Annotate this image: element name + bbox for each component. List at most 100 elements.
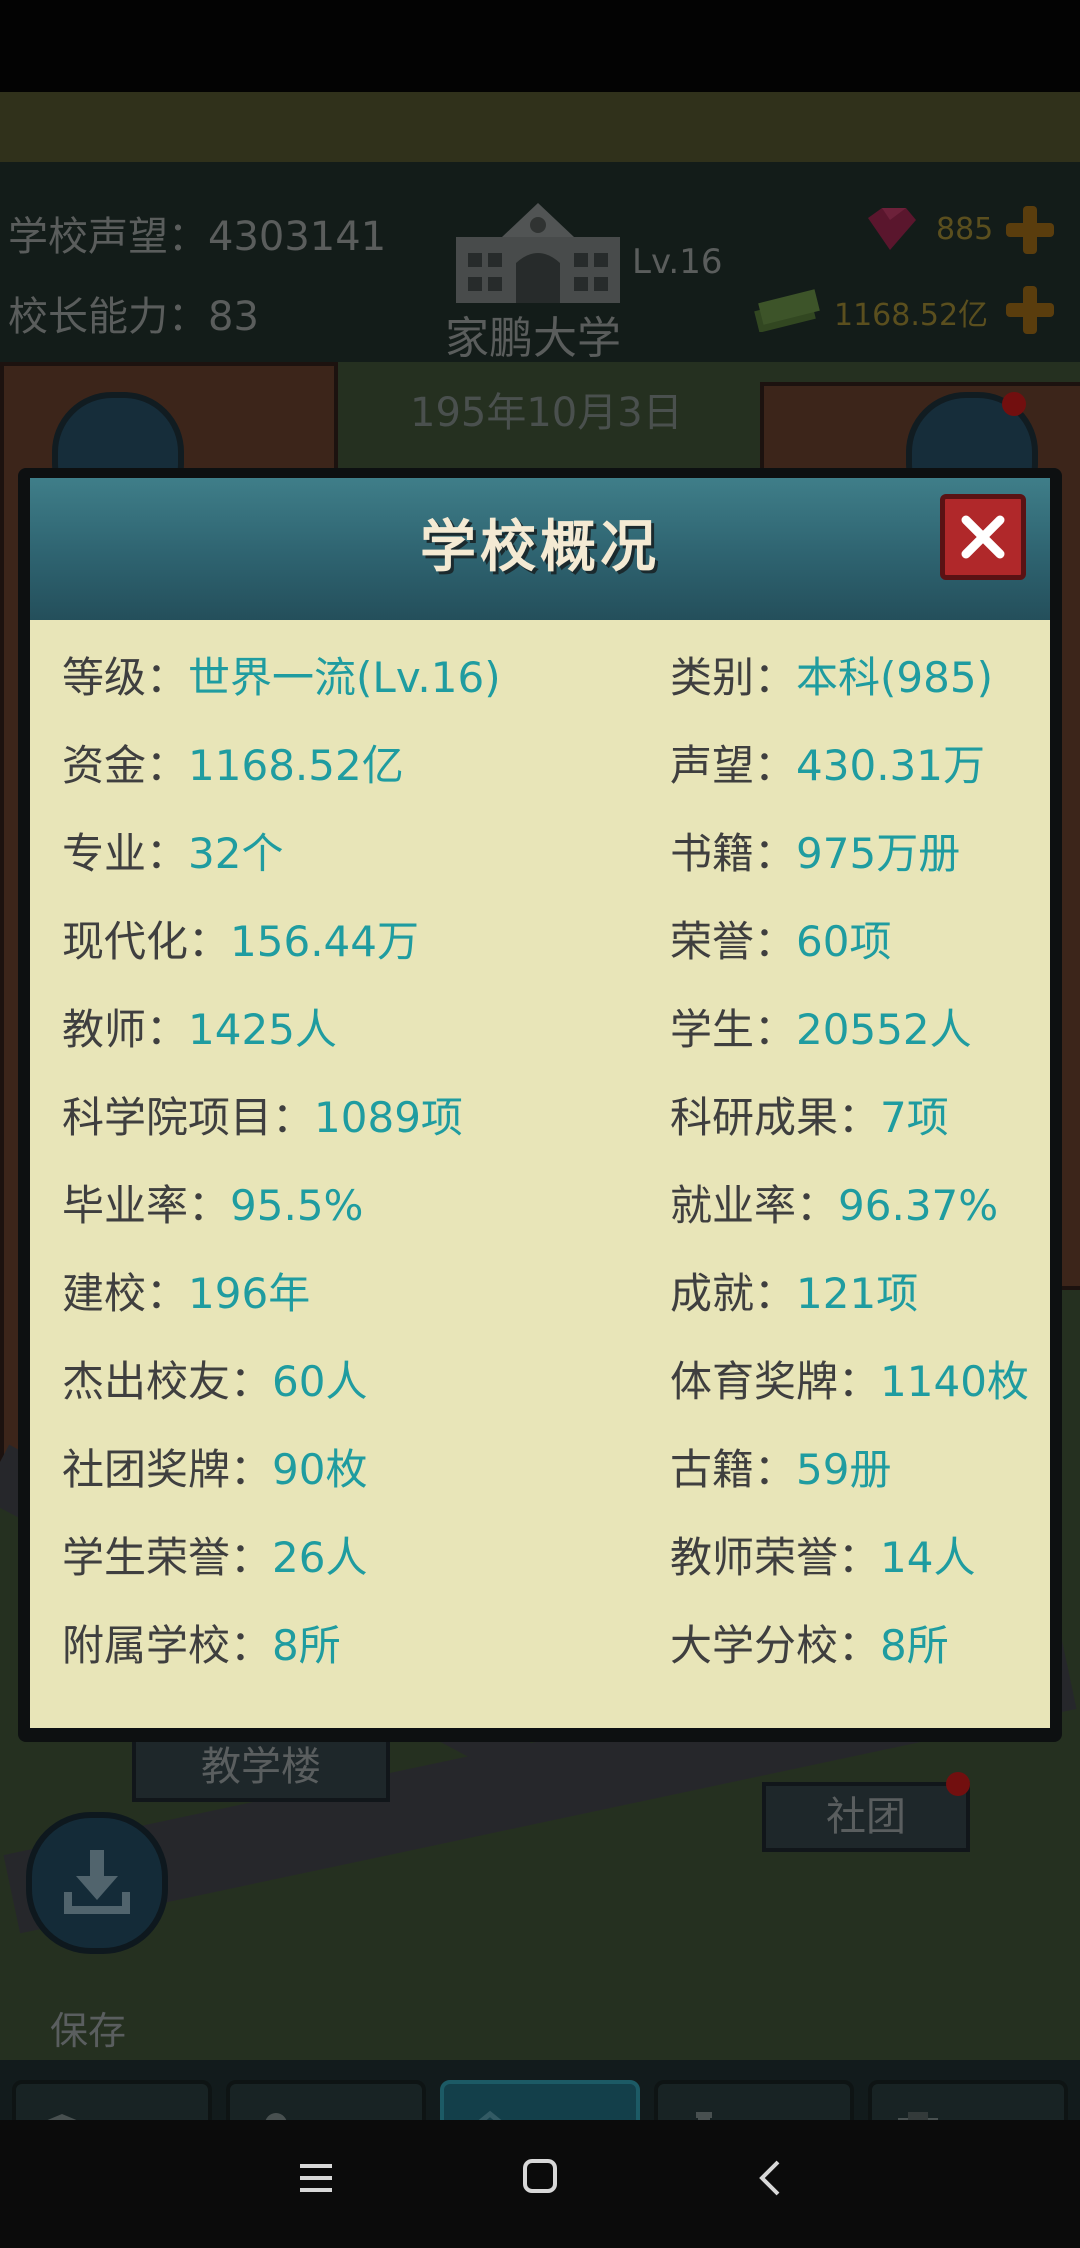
stat-left-row: 专业：32个 [62,820,283,881]
stat-label: 古籍 [670,1445,755,1494]
stat-label: 附属学校 [62,1621,231,1670]
stat-label: 类别 [670,653,755,702]
stat-colon: ： [188,917,231,966]
stat-colon: ： [146,741,189,790]
stat-value: 8所 [880,1621,949,1670]
stat-right-row: 声望：430.31万 [670,732,985,793]
stat-right-row: 荣誉：60项 [670,908,891,969]
stat-label: 现代化 [62,917,189,966]
stat-value: 156.44万 [230,917,419,966]
stat-colon: ： [230,1533,273,1582]
stat-label: 成就 [670,1269,755,1318]
stat-value: 世界一流(Lv.16) [188,653,501,702]
stat-left-row: 毕业率：95.5% [62,1172,363,1233]
stat-left-row: 杰出校友：60人 [62,1348,367,1409]
stat-label: 教师 [62,1005,147,1054]
stat-label: 等级 [62,653,147,702]
stat-value: 1425人 [188,1005,337,1054]
stat-value: 59册 [796,1445,892,1494]
stat-colon: ： [754,829,797,878]
stat-value: 60人 [272,1357,368,1406]
stat-colon: ： [754,741,797,790]
stat-label: 科研成果 [670,1093,839,1142]
stat-right-row: 就业率：96.37% [670,1172,998,1233]
stat-right-row: 成就：121项 [670,1260,918,1321]
stat-value: 60项 [796,917,892,966]
stat-right-row: 古籍：59册 [670,1436,891,1497]
stat-colon: ： [146,653,189,702]
stat-left-row: 附属学校：8所 [62,1612,341,1673]
dialog-title: 学校概况 [420,514,660,580]
stat-value: 26人 [272,1533,368,1582]
stat-value: 95.5% [230,1181,364,1230]
system-nav-bar [0,2120,1080,2248]
stat-left-row: 等级：世界一流(Lv.16) [62,644,501,705]
stat-value: 430.31万 [796,741,985,790]
stat-colon: ： [838,1533,881,1582]
stat-right-row: 大学分校：8所 [670,1612,949,1673]
stat-left-row: 现代化：156.44万 [62,908,419,969]
stat-left-row: 建校：196年 [62,1260,310,1321]
stat-label: 声望 [670,741,755,790]
stat-label: 科学院项目 [62,1093,273,1142]
stat-colon: ： [754,1445,797,1494]
stat-colon: ： [754,1005,797,1054]
stat-value: 本科(985) [796,653,993,702]
stat-left-row: 资金：1168.52亿 [62,732,404,793]
stat-label: 建校 [62,1269,147,1318]
stat-label: 教师荣誉 [670,1533,839,1582]
stat-colon: ： [146,1005,189,1054]
stat-colon: ： [230,1445,273,1494]
stat-colon: ： [230,1357,273,1406]
stat-colon: ： [272,1093,315,1142]
close-icon [961,515,1005,559]
stat-value: 96.37% [838,1181,999,1230]
stat-value: 196年 [188,1269,311,1318]
stat-value: 7项 [880,1093,949,1142]
stat-colon: ： [754,917,797,966]
stat-left-row: 教师：1425人 [62,996,337,1057]
stat-right-row: 教师荣誉：14人 [670,1524,975,1585]
stat-value: 20552人 [796,1005,972,1054]
stat-label: 学生 [670,1005,755,1054]
stat-colon: ： [754,653,797,702]
stat-right-row: 体育奖牌：1140枚 [670,1348,1029,1409]
stat-colon: ： [796,1181,839,1230]
stat-right-row: 学生：20552人 [670,996,972,1057]
stat-value: 121项 [796,1269,919,1318]
stat-label: 杰出校友 [62,1357,231,1406]
stat-label: 荣誉 [670,917,755,966]
stat-label: 书籍 [670,829,755,878]
menu-icon[interactable] [298,2160,334,2196]
stat-colon: ： [146,829,189,878]
stat-value: 1140枚 [880,1357,1029,1406]
stat-label: 毕业率 [62,1181,189,1230]
stat-value: 90枚 [272,1445,368,1494]
stat-value: 975万册 [796,829,961,878]
stat-value: 8所 [272,1621,341,1670]
stat-value: 1168.52亿 [188,741,404,790]
stat-colon: ： [230,1621,273,1670]
stat-colon: ： [838,1357,881,1406]
stat-left-row: 科学院项目：1089项 [62,1084,463,1145]
stat-value: 32个 [188,829,284,878]
stat-label: 体育奖牌 [670,1357,839,1406]
close-button[interactable] [940,494,1026,580]
back-icon[interactable] [752,2158,788,2198]
stat-label: 专业 [62,829,147,878]
stat-right-row: 科研成果：7项 [670,1084,949,1145]
stat-label: 学生荣誉 [62,1533,231,1582]
stat-label: 就业率 [670,1181,797,1230]
stat-label: 资金 [62,741,147,790]
stat-label: 大学分校 [670,1621,839,1670]
stat-label: 社团奖牌 [62,1445,231,1494]
stat-value: 14人 [880,1533,976,1582]
stat-right-row: 书籍：975万册 [670,820,960,881]
stat-colon: ： [838,1621,881,1670]
stat-right-row: 类别：本科(985) [670,644,993,705]
stat-left-row: 社团奖牌：90枚 [62,1436,367,1497]
home-icon[interactable] [522,2158,558,2194]
stat-colon: ： [754,1269,797,1318]
stat-value: 1089项 [314,1093,463,1142]
stat-colon: ： [838,1093,881,1142]
